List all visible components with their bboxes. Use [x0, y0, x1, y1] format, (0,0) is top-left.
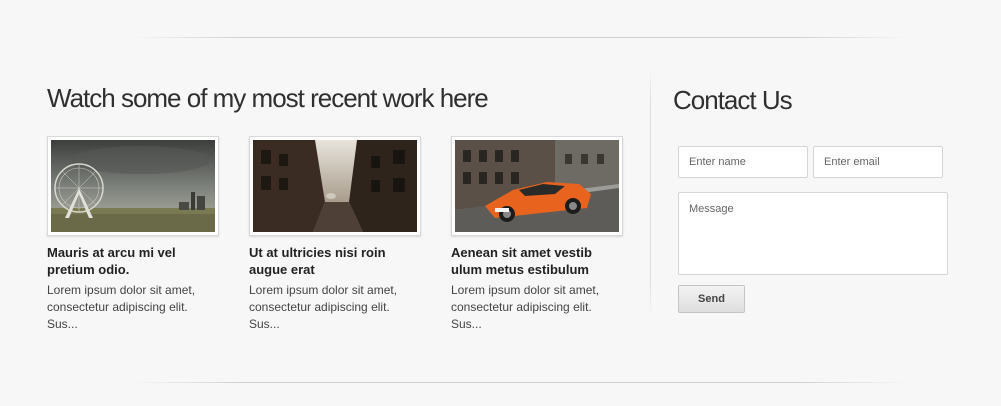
work-excerpt: Lorem ipsum dolor sit amet, consectetur …: [47, 283, 196, 331]
work-excerpt: Lorem ipsum dolor sit amet, consectetur …: [249, 283, 398, 331]
message-textarea[interactable]: [678, 192, 948, 275]
name-input[interactable]: [678, 146, 808, 178]
work-excerpt: Lorem ipsum dolor sit amet, consectetur …: [451, 283, 600, 331]
bottom-divider: [130, 382, 910, 383]
orange-sports-car-photo: [455, 140, 619, 232]
email-input[interactable]: [813, 146, 943, 178]
london-eye-photo: [51, 140, 215, 232]
work-title[interactable]: Mauris at arcu mi vel pretium odio.: [47, 244, 207, 278]
send-button[interactable]: Send: [678, 285, 745, 313]
work-card[interactable]: Mauris at arcu mi vel pretium odio. Lore…: [47, 136, 222, 333]
work-card[interactable]: Aenean sit amet vestib ulum metus estibu…: [451, 136, 626, 333]
recent-work-heading: Watch some of my most recent work here: [47, 83, 489, 113]
work-title[interactable]: Aenean sit amet vestib ulum metus estibu…: [451, 244, 611, 278]
recent-work-section: Watch some of my most recent work here M…: [47, 82, 627, 331]
work-card[interactable]: Ut at ultricies nisi roin augue erat Lor…: [249, 136, 424, 333]
contact-heading: Contact Us: [673, 85, 793, 115]
street-photo: [253, 140, 417, 232]
work-thumbnail[interactable]: [451, 136, 623, 236]
column-divider: [650, 66, 651, 316]
top-divider: [130, 37, 910, 38]
work-title[interactable]: Ut at ultricies nisi roin augue erat: [249, 244, 409, 278]
work-thumbnail[interactable]: [249, 136, 421, 236]
work-thumbnail[interactable]: [47, 136, 219, 236]
contact-section: Contact Us Send: [673, 84, 963, 313]
